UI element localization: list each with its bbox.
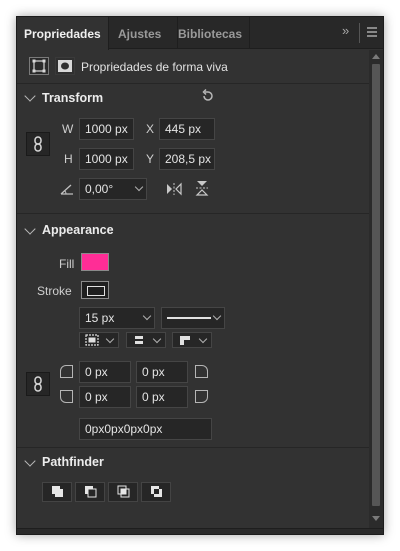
corner-bottom-left-field[interactable]: 0 px (79, 386, 131, 408)
chevron-down-icon (212, 311, 222, 321)
corner-bottom-right-icon (195, 390, 208, 403)
intersect-icon (117, 485, 130, 498)
flip-horizontal-icon[interactable] (166, 182, 182, 199)
corner-top-right-field[interactable]: 0 px (136, 361, 188, 383)
corner-bottom-left-icon (60, 390, 73, 403)
width-label: W (62, 122, 74, 136)
stroke-line-preview (167, 317, 211, 319)
header-title: Propriedades de forma viva (81, 60, 228, 74)
x-field[interactable]: 445 px (159, 118, 215, 140)
appearance-chevron-icon[interactable] (24, 223, 36, 235)
fill-color-swatch[interactable] (81, 253, 109, 271)
stroke-caps-dropdown[interactable] (126, 332, 166, 348)
corner-top-left-field[interactable]: 0 px (79, 361, 131, 383)
stroke-corners-dropdown[interactable] (172, 332, 212, 348)
panel-scrollbar[interactable] (369, 50, 383, 528)
menu-separator (359, 23, 360, 43)
chevron-down-icon (105, 334, 115, 344)
reset-transform-icon[interactable] (201, 88, 215, 106)
fill-label: Fill (59, 257, 75, 271)
appearance-section-title[interactable]: Appearance (42, 223, 114, 237)
x-label: X (146, 122, 155, 136)
stroke-align-dropdown[interactable] (79, 332, 119, 348)
corners-combined-field[interactable]: 0px0px0px0px (79, 418, 212, 440)
y-label: Y (146, 152, 155, 166)
tab-propriedades[interactable]: Propriedades (17, 17, 109, 50)
pathfinder-subtract-button[interactable] (75, 482, 105, 502)
width-field[interactable]: 1000 px (79, 118, 134, 140)
pathfinder-section-title[interactable]: Pathfinder (42, 455, 104, 469)
chevron-down-icon (152, 334, 162, 344)
stroke-caps-icon (133, 336, 145, 344)
stroke-label: Stroke (37, 284, 72, 298)
link-dimensions-button[interactable] (26, 132, 50, 156)
stroke-corners-icon (180, 336, 190, 345)
panel-bottom-edge (17, 528, 383, 534)
section-divider (17, 447, 369, 448)
transform-section-title[interactable]: Transform (42, 91, 103, 105)
tab-bibliotecas[interactable]: Bibliotecas (171, 17, 249, 49)
transform-chevron-icon[interactable] (24, 90, 36, 102)
height-label: H (64, 152, 73, 166)
stroke-align-icon (85, 334, 99, 346)
panel-tabbar: Propriedades Ajustes Bibliotecas » (17, 17, 383, 50)
flip-vertical-icon[interactable] (195, 180, 209, 199)
tab-separator (249, 17, 250, 49)
section-divider (17, 213, 369, 214)
live-shape-header: Propriedades de forma viva (17, 50, 369, 84)
chevron-down-icon (198, 334, 208, 344)
corner-top-left-icon (60, 365, 73, 378)
pathfinder-unite-button[interactable] (42, 482, 72, 502)
corner-bottom-right-field[interactable]: 0 px (136, 386, 188, 408)
y-field[interactable]: 208,5 px (159, 148, 215, 170)
scroll-down-icon[interactable] (372, 516, 380, 521)
link-corners-button[interactable] (26, 372, 50, 396)
exclude-icon (151, 486, 162, 497)
pathfinder-intersect-button[interactable] (108, 482, 138, 502)
angle-icon (60, 183, 74, 198)
tab-ajustes[interactable]: Ajustes (111, 17, 168, 49)
stroke-width-field[interactable]: 15 px (79, 307, 155, 329)
unite-icon (52, 486, 63, 497)
scroll-up-icon[interactable] (372, 54, 380, 59)
height-field[interactable]: 1000 px (79, 148, 134, 170)
pathfinder-exclude-button[interactable] (141, 482, 171, 502)
transform-bounds-icon[interactable] (29, 57, 49, 75)
subtract-icon (85, 486, 97, 498)
properties-panel: Propriedades Ajustes Bibliotecas » Propr… (16, 16, 384, 535)
corner-top-right-icon (195, 365, 208, 378)
collapse-panels-icon[interactable]: » (342, 23, 349, 38)
panel-menu-icon[interactable] (366, 26, 378, 41)
scrollbar-thumb[interactable] (372, 64, 380, 506)
pathfinder-chevron-icon[interactable] (24, 455, 36, 467)
stroke-type-dropdown[interactable] (161, 307, 225, 329)
stroke-color-swatch[interactable] (81, 281, 109, 299)
shape-mask-icon[interactable] (55, 57, 75, 75)
